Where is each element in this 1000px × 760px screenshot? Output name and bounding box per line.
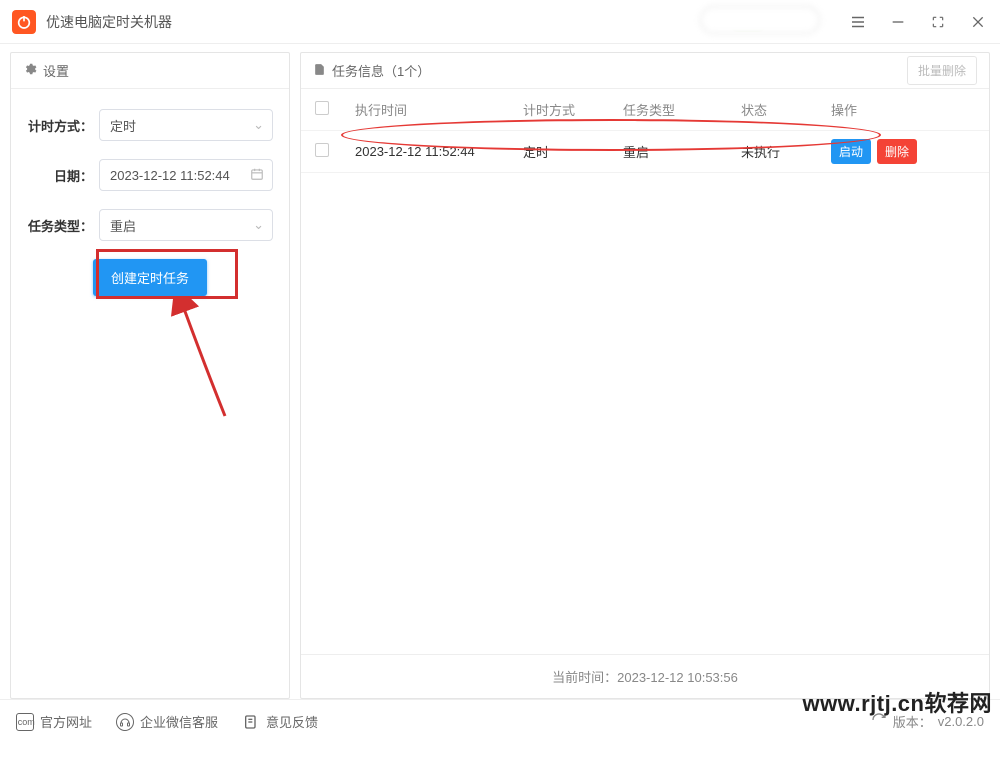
app-icon bbox=[12, 10, 36, 34]
chevron-down-icon: ⌄ bbox=[253, 117, 264, 133]
note-icon bbox=[242, 713, 260, 731]
task-info-label: 任务信息（1个） bbox=[332, 61, 430, 80]
col-mode: 计时方式 bbox=[523, 100, 623, 119]
task-list-panel: 任务信息（1个） 批量删除 执行时间 计时方式 任务类型 状态 操作 2023-… bbox=[300, 52, 990, 699]
wecom-label: 企业微信客服 bbox=[140, 712, 218, 731]
table-header: 执行时间 计时方式 任务类型 状态 操作 bbox=[301, 89, 989, 131]
close-icon[interactable] bbox=[968, 12, 988, 32]
cell-mode: 定时 bbox=[523, 142, 623, 161]
delete-button[interactable]: 删除 bbox=[877, 139, 917, 164]
menu-icon[interactable] bbox=[848, 12, 868, 32]
calendar-icon bbox=[250, 167, 264, 184]
app-title: 优速电脑定时关机器 bbox=[46, 12, 728, 32]
cell-time: 2023-12-12 11:52:44 bbox=[355, 144, 523, 159]
select-all-checkbox[interactable] bbox=[315, 101, 329, 115]
settings-label: 设置 bbox=[43, 61, 69, 80]
mode-value: 定时 bbox=[110, 116, 136, 135]
date-value: 2023-12-12 11:52:44 bbox=[110, 168, 230, 183]
start-button[interactable]: 启动 bbox=[831, 139, 871, 164]
date-input[interactable]: 2023-12-12 11:52:44 bbox=[99, 159, 273, 191]
col-ops: 操作 bbox=[831, 100, 941, 119]
col-type: 任务类型 bbox=[623, 100, 741, 119]
type-select[interactable]: 重启 ⌄ bbox=[99, 209, 273, 241]
headset-icon bbox=[116, 713, 134, 731]
row-checkbox[interactable] bbox=[315, 143, 329, 157]
col-time: 执行时间 bbox=[355, 100, 523, 119]
user-info-blurred bbox=[700, 6, 820, 34]
col-status: 状态 bbox=[741, 100, 831, 119]
cell-type: 重启 bbox=[623, 142, 741, 161]
date-label: 日期： bbox=[27, 166, 99, 185]
globe-icon: .com bbox=[16, 713, 34, 731]
cell-status: 未执行 bbox=[741, 142, 831, 161]
site-label: 官方网址 bbox=[40, 712, 92, 731]
gear-icon bbox=[23, 62, 37, 79]
annotation-rect bbox=[96, 249, 238, 299]
watermark: www.rjtj.cn软荐网 bbox=[802, 686, 992, 718]
file-icon bbox=[313, 63, 326, 79]
chevron-down-icon: ⌄ bbox=[253, 217, 264, 233]
feedback-label: 意见反馈 bbox=[266, 712, 318, 731]
mode-label: 计时方式： bbox=[27, 116, 99, 135]
type-value: 重启 bbox=[110, 216, 136, 235]
feedback-link[interactable]: 意见反馈 bbox=[242, 712, 318, 731]
official-site-link[interactable]: .com 官方网址 bbox=[16, 712, 92, 731]
table-row: 2023-12-12 11:52:44 定时 重启 未执行 启动 删除 bbox=[301, 131, 989, 173]
mode-select[interactable]: 定时 ⌄ bbox=[99, 109, 273, 141]
maximize-icon[interactable] bbox=[928, 12, 948, 32]
batch-delete-button[interactable]: 批量删除 bbox=[907, 56, 977, 85]
minimize-icon[interactable] bbox=[888, 12, 908, 32]
type-label: 任务类型： bbox=[27, 216, 99, 235]
wecom-support-link[interactable]: 企业微信客服 bbox=[116, 712, 218, 731]
settings-panel: 设置 计时方式： 定时 ⌄ 日期： 2023-12-12 11:52:44 任务… bbox=[10, 52, 290, 699]
